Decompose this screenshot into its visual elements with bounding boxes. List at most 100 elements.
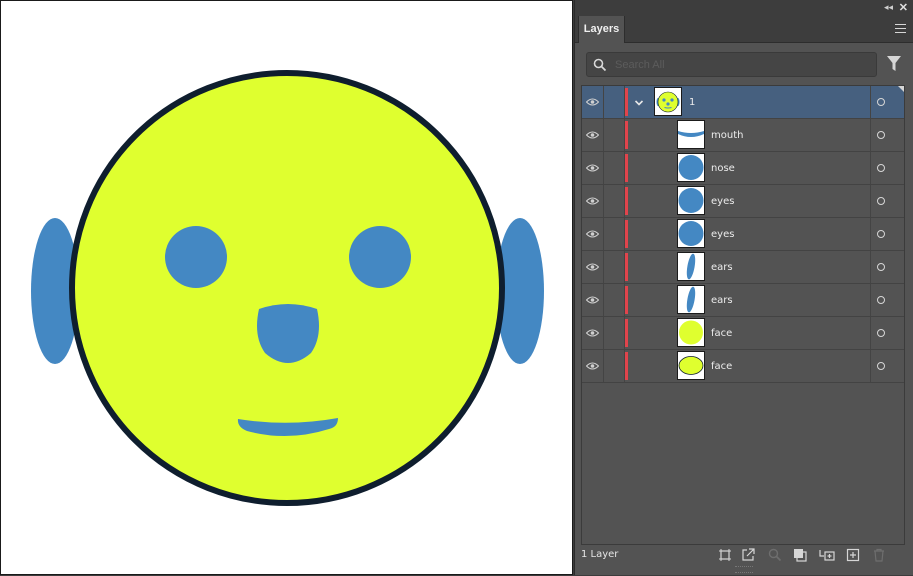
lock-toggle[interactable]	[603, 185, 625, 217]
visibility-eye-icon[interactable]	[582, 284, 603, 316]
column-divider	[870, 284, 871, 316]
lock-toggle[interactable]	[603, 86, 625, 118]
collapse-panel-icon[interactable]: ◂◂	[884, 2, 893, 13]
visibility-eye-icon[interactable]	[582, 185, 603, 217]
create-new-sublayer-button[interactable]	[819, 548, 835, 567]
face-shape[interactable]	[69, 70, 505, 506]
visibility-eye-icon[interactable]	[582, 86, 603, 118]
column-divider	[870, 152, 871, 184]
sublayer-row[interactable]: eyes	[582, 185, 904, 218]
panel-menu-icon[interactable]	[895, 24, 906, 33]
layer-color-bar	[625, 253, 628, 281]
target-circle-icon[interactable]	[877, 263, 885, 271]
lock-toggle[interactable]	[603, 218, 625, 250]
locate-object-button[interactable]	[768, 548, 782, 567]
column-divider	[870, 86, 871, 118]
lock-toggle[interactable]	[603, 119, 625, 151]
column-divider	[870, 185, 871, 217]
sublayer-row[interactable]: face	[582, 350, 904, 383]
sublayer-row[interactable]: nose	[582, 152, 904, 185]
layer-name[interactable]: ears	[711, 284, 733, 317]
lock-toggle[interactable]	[603, 284, 625, 316]
panel-title-bar: ◂◂ ✕	[575, 0, 913, 16]
visibility-eye-icon[interactable]	[582, 350, 603, 382]
delete-layer-button[interactable]	[872, 548, 886, 567]
layer-count-label: 1 Layer	[581, 549, 619, 560]
target-circle-icon[interactable]	[877, 329, 885, 337]
layers-list: 1 mouth nose eyes eyes ears ears face face	[581, 85, 905, 545]
sublayer-row[interactable]: mouth	[582, 119, 904, 152]
target-circle-icon[interactable]	[877, 131, 885, 139]
left-eye-shape[interactable]	[165, 226, 227, 288]
search-input[interactable]	[615, 56, 865, 74]
lock-toggle[interactable]	[603, 152, 625, 184]
column-divider	[870, 119, 871, 151]
tab-layers[interactable]: Layers	[578, 16, 625, 43]
layer-row[interactable]: 1	[582, 86, 904, 119]
sublayer-row[interactable]: face	[582, 317, 904, 350]
column-divider	[870, 350, 871, 382]
lock-toggle[interactable]	[603, 317, 625, 349]
close-panel-icon[interactable]: ✕	[899, 1, 908, 14]
sublayer-row[interactable]: eyes	[582, 218, 904, 251]
chevron-down-icon[interactable]	[634, 95, 644, 113]
layer-name[interactable]: face	[711, 350, 732, 383]
artwork[interactable]	[1, 1, 574, 576]
visibility-eye-icon[interactable]	[582, 317, 603, 349]
sublayer-row[interactable]: ears	[582, 251, 904, 284]
layer-color-bar	[625, 88, 628, 116]
visibility-eye-icon[interactable]	[582, 119, 603, 151]
layer-name[interactable]: eyes	[711, 218, 734, 251]
collect-for-export-button[interactable]	[718, 548, 732, 567]
layer-name[interactable]: eyes	[711, 185, 734, 218]
layer-thumbnail	[677, 120, 705, 149]
visibility-eye-icon[interactable]	[582, 251, 603, 283]
search-icon	[593, 58, 607, 72]
layer-color-bar	[625, 286, 628, 314]
layer-color-bar	[625, 187, 628, 215]
filter-icon[interactable]	[886, 55, 902, 73]
visibility-eye-icon[interactable]	[582, 218, 603, 250]
layer-color-bar	[625, 319, 628, 347]
create-new-layer-button[interactable]	[846, 548, 860, 567]
layer-name[interactable]: face	[711, 317, 732, 350]
column-divider	[870, 251, 871, 283]
target-circle-icon[interactable]	[877, 98, 885, 106]
layer-thumbnail	[677, 318, 705, 347]
layer-color-bar	[625, 352, 628, 380]
make-clipping-mask-button[interactable]	[793, 548, 807, 567]
visibility-eye-icon[interactable]	[582, 152, 603, 184]
panel-tab-row: Layers	[575, 16, 913, 43]
layer-thumbnail	[677, 351, 705, 380]
sublayer-row[interactable]: ears	[582, 284, 904, 317]
column-divider	[870, 218, 871, 250]
layer-thumbnail	[654, 87, 682, 116]
layer-name[interactable]: mouth	[711, 119, 743, 152]
target-circle-icon[interactable]	[877, 296, 885, 304]
resize-grip[interactable]	[735, 566, 753, 573]
search-field[interactable]	[586, 52, 877, 77]
layer-name[interactable]: ears	[711, 251, 733, 284]
layers-panel: ◂◂ ✕ Layers 1mouthnoseeyeseyesearsearsfa…	[574, 0, 913, 575]
target-circle-icon[interactable]	[877, 230, 885, 238]
layer-thumbnail	[677, 153, 705, 182]
column-divider	[870, 317, 871, 349]
artboard-canvas[interactable]	[0, 0, 573, 575]
right-eye-shape[interactable]	[349, 226, 411, 288]
layer-name[interactable]: 1	[689, 86, 695, 119]
lock-toggle[interactable]	[603, 350, 625, 382]
layer-color-bar	[625, 121, 628, 149]
lock-toggle[interactable]	[603, 251, 625, 283]
layer-thumbnail	[677, 252, 705, 281]
panel-footer: 1 Layer	[575, 545, 913, 567]
selection-indicator-icon	[898, 86, 904, 92]
layer-thumbnail	[677, 285, 705, 314]
layer-thumbnail	[677, 219, 705, 248]
layer-thumbnail	[677, 186, 705, 215]
export-button[interactable]	[741, 548, 755, 567]
layer-name[interactable]: nose	[711, 152, 735, 185]
target-circle-icon[interactable]	[877, 362, 885, 370]
target-circle-icon[interactable]	[877, 164, 885, 172]
target-circle-icon[interactable]	[877, 197, 885, 205]
layer-color-bar	[625, 220, 628, 248]
